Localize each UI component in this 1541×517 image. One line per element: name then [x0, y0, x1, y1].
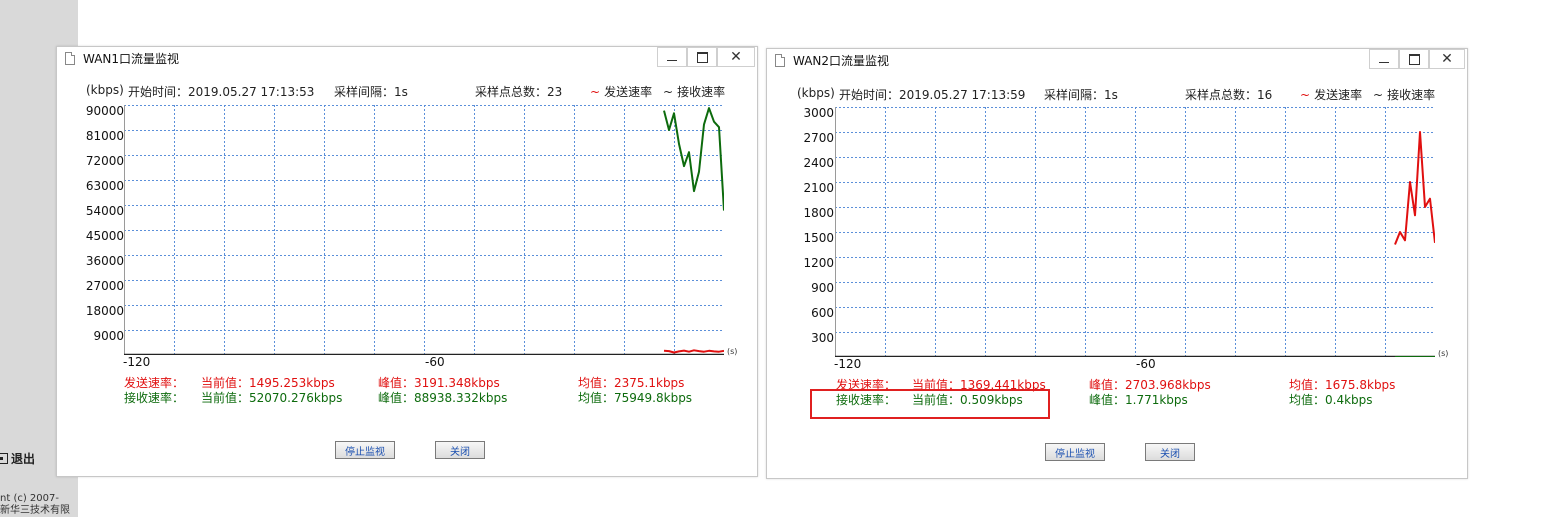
wan2-traffic-chart — [835, 107, 1435, 357]
maximize-button[interactable] — [1399, 49, 1429, 69]
window-titlebar[interactable]: WAN2口流量监视 — [767, 49, 1467, 71]
y-tick: 2700 — [803, 131, 834, 145]
legend-send-label: 发送速率 — [604, 85, 653, 99]
y-tick: 600 — [811, 306, 834, 320]
start-time: 开始时间：2019.05.27 17:13:53 — [128, 85, 315, 99]
recv-average: 均值：75949.8kbps — [578, 391, 693, 405]
minimize-icon — [667, 59, 677, 61]
y-tick: 54000 — [85, 204, 124, 218]
x-unit-label: (s) — [1438, 349, 1449, 358]
wan1-monitor-window: WAN1口流量监视 ✕ (kbps) 开始时间：2019.05.27 17:13… — [56, 46, 758, 477]
recv-label: 接收速率： — [124, 391, 185, 405]
window-titlebar[interactable]: WAN1口流量监视 — [57, 47, 757, 69]
stop-monitor-button[interactable]: 停止监视 — [1045, 443, 1105, 461]
y-tick: 36000 — [85, 254, 124, 268]
x-tick: -60 — [425, 355, 445, 369]
sample-interval: 采样间隔：1s — [334, 85, 408, 99]
y-tick: 18000 — [85, 304, 124, 318]
wan2-monitor-window: WAN2口流量监视 ✕ (kbps) 开始时间：2019.05.27 17:13… — [766, 48, 1468, 479]
unit-label: (kbps) — [797, 86, 835, 100]
recv-rate-line — [663, 107, 724, 211]
copyright-line-2: 新华三技术有限 — [0, 505, 70, 516]
legend-send-label: 发送速率 — [1314, 88, 1363, 102]
copyright-line-1: nt (c) 2007- — [0, 493, 59, 504]
close-button[interactable]: 关闭 — [1145, 443, 1195, 461]
legend-send-swatch: ~ — [1300, 88, 1311, 102]
legend-recv: ~ 接收速率 — [663, 83, 725, 100]
y-tick: 900 — [811, 281, 834, 295]
send-rate-line — [1394, 131, 1435, 245]
y-tick: 300 — [811, 331, 834, 345]
start-time: 开始时间：2019.05.27 17:13:59 — [839, 88, 1026, 102]
legend-send: ~ 发送速率 — [1300, 86, 1362, 103]
x-tick: -120 — [123, 355, 151, 369]
maximize-icon — [1408, 53, 1420, 65]
y-tick: 63000 — [85, 179, 124, 193]
logout-link[interactable]: 退出 — [0, 450, 35, 467]
wan1-traffic-chart — [124, 105, 724, 355]
y-tick: 2400 — [803, 156, 834, 170]
y-tick: 1200 — [803, 256, 834, 270]
y-tick: 2100 — [803, 181, 834, 195]
x-tick: -60 — [1136, 357, 1156, 371]
highlight-box — [810, 389, 1050, 419]
close-window-button[interactable]: ✕ — [717, 47, 755, 67]
sample-count: 采样点总数：16 — [1185, 88, 1273, 102]
sample-count: 采样点总数：23 — [475, 85, 563, 99]
close-icon: ✕ — [1441, 51, 1453, 67]
recv-current: 当前值：52070.276kbps — [201, 391, 343, 405]
x-unit-label: (s) — [727, 347, 738, 356]
y-tick: 3000 — [803, 106, 834, 120]
y-tick: 27000 — [85, 279, 124, 293]
legend-recv-swatch: ~ — [663, 85, 674, 99]
y-tick: 72000 — [85, 154, 124, 168]
legend-recv-swatch: ~ — [1373, 88, 1384, 102]
recv-peak: 峰值：88938.332kbps — [378, 391, 508, 405]
legend-send: ~ 发送速率 — [590, 83, 652, 100]
window-title: WAN1口流量监视 — [83, 51, 180, 66]
minimize-button[interactable] — [657, 47, 687, 67]
send-rate-line — [663, 349, 724, 354]
y-tick: 9000 — [93, 329, 124, 343]
recv-average: 均值：0.4kbps — [1289, 393, 1373, 407]
maximize-button[interactable] — [687, 47, 717, 67]
unit-label: (kbps) — [86, 83, 124, 97]
y-tick: 1800 — [803, 206, 834, 220]
legend-send-swatch: ~ — [590, 85, 601, 99]
close-icon: ✕ — [730, 49, 742, 65]
copyright-text: nt (c) 2007- 新华三技术有限 — [0, 493, 70, 517]
document-icon — [775, 53, 785, 67]
stop-monitor-button[interactable]: 停止监视 — [335, 441, 395, 459]
y-tick: 45000 — [85, 229, 124, 243]
y-tick: 1500 — [803, 231, 834, 245]
minimize-button[interactable] — [1369, 49, 1399, 69]
maximize-icon — [696, 51, 708, 63]
close-window-button[interactable]: ✕ — [1429, 49, 1465, 69]
close-button[interactable]: 关闭 — [435, 441, 485, 459]
legend-recv: ~ 接收速率 — [1373, 86, 1435, 103]
y-tick: 81000 — [85, 129, 124, 143]
logout-label: 退出 — [11, 452, 36, 466]
legend-recv-label: 接收速率 — [1387, 88, 1436, 102]
window-title: WAN2口流量监视 — [793, 53, 890, 68]
legend-recv-label: 接收速率 — [677, 85, 726, 99]
x-tick: -120 — [834, 357, 862, 371]
minimize-icon — [1379, 61, 1389, 63]
y-tick: 90000 — [85, 104, 124, 118]
recv-peak: 峰值：1.771kbps — [1089, 393, 1188, 407]
sample-interval: 采样间隔：1s — [1044, 88, 1118, 102]
logout-icon — [0, 453, 8, 464]
document-icon — [65, 51, 75, 65]
